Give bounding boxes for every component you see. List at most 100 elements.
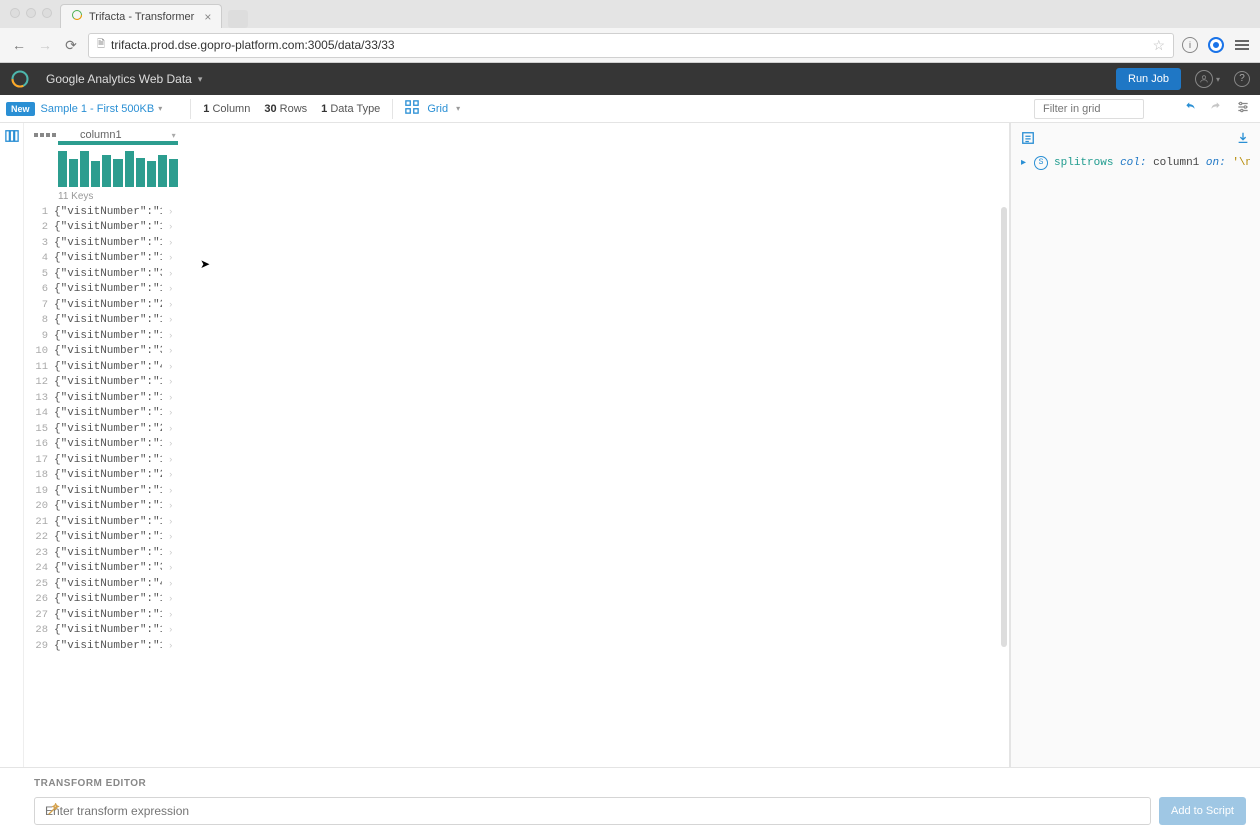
expand-icon[interactable]: › xyxy=(168,222,173,232)
expand-icon[interactable]: › xyxy=(168,300,173,310)
column-name-dropdown[interactable]: column1 ▾ xyxy=(80,129,176,141)
expand-icon[interactable]: › xyxy=(168,610,173,620)
expand-icon[interactable]: › xyxy=(168,563,173,573)
bookmark-star-icon[interactable]: ☆ xyxy=(1152,37,1165,54)
transform-input[interactable] xyxy=(34,797,1151,825)
expand-icon[interactable]: › xyxy=(168,331,173,341)
expand-icon[interactable]: › xyxy=(168,579,173,589)
address-bar[interactable]: 🗎 trifacta.prod.dse.gopro-platform.com:3… xyxy=(88,33,1174,58)
expand-icon[interactable]: › xyxy=(168,408,173,418)
table-row[interactable]: 7{"visitNumber":"2"› xyxy=(24,297,1009,313)
extension-icon[interactable] xyxy=(1208,37,1224,53)
expand-icon[interactable]: › xyxy=(168,269,173,279)
table-row[interactable]: 15{"visitNumber":"2"› xyxy=(24,421,1009,437)
table-row[interactable]: 26{"visitNumber":"1"› xyxy=(24,592,1009,608)
table-row[interactable]: 28{"visitNumber":"1"› xyxy=(24,623,1009,639)
close-window-icon[interactable] xyxy=(10,8,20,18)
table-row[interactable]: 27{"visitNumber":"1"› xyxy=(24,607,1009,623)
add-to-script-button[interactable]: Add to Script xyxy=(1159,797,1246,825)
expand-icon[interactable]: › xyxy=(168,470,173,480)
info-icon[interactable]: i xyxy=(1182,37,1198,53)
expand-icon[interactable]: › xyxy=(168,377,173,387)
undo-button[interactable] xyxy=(1184,100,1198,117)
expand-icon[interactable]: › xyxy=(168,501,173,511)
expand-icon[interactable]: › xyxy=(168,532,173,542)
table-row[interactable]: 11{"visitNumber":"4"› xyxy=(24,359,1009,375)
trifacta-logo-icon[interactable] xyxy=(10,69,30,89)
histogram[interactable] xyxy=(58,151,178,187)
expand-icon[interactable]: › xyxy=(168,486,173,496)
cell-value: {"visitNumber":"1" xyxy=(54,314,162,326)
reload-button[interactable]: ⟳ xyxy=(62,37,80,54)
vertical-scrollbar[interactable] xyxy=(1001,207,1007,647)
dataset-dropdown[interactable]: Google Analytics Web Data ▾ xyxy=(46,72,202,86)
column-type-icon[interactable] xyxy=(34,133,56,137)
expand-icon[interactable]: › xyxy=(168,238,173,248)
table-row[interactable]: 2{"visitNumber":"11› xyxy=(24,220,1009,236)
expand-icon[interactable]: › xyxy=(168,594,173,604)
browser-tab[interactable]: Trifacta - Transformer × xyxy=(60,4,222,28)
download-icon[interactable] xyxy=(1236,131,1250,148)
table-row[interactable]: 19{"visitNumber":"1"› xyxy=(24,483,1009,499)
table-row[interactable]: 25{"visitNumber":"4"› xyxy=(24,576,1009,592)
table-row[interactable]: 8{"visitNumber":"1"› xyxy=(24,313,1009,329)
maximize-window-icon[interactable] xyxy=(42,8,52,18)
table-row[interactable]: 9{"visitNumber":"1"› xyxy=(24,328,1009,344)
table-row[interactable]: 29{"visitNumber":"1"› xyxy=(24,638,1009,654)
filter-input[interactable] xyxy=(1034,99,1144,119)
expand-icon[interactable]: › xyxy=(168,253,173,263)
user-menu[interactable]: ▾ xyxy=(1195,70,1220,88)
table-row[interactable]: 3{"visitNumber":"11› xyxy=(24,235,1009,251)
wand-icon[interactable] xyxy=(46,803,60,820)
expand-icon[interactable]: › xyxy=(168,424,173,434)
menu-icon[interactable] xyxy=(1234,37,1250,53)
quality-bar[interactable] xyxy=(58,141,178,145)
table-row[interactable]: 5{"visitNumber":"3"› xyxy=(24,266,1009,282)
window-controls[interactable] xyxy=(10,8,52,18)
script-step[interactable]: ▸ S splitrows col: column1 on: '\n' quot… xyxy=(1021,156,1250,170)
minimize-window-icon[interactable] xyxy=(26,8,36,18)
expand-icon[interactable]: › xyxy=(168,517,173,527)
expand-icon[interactable]: › xyxy=(168,625,173,635)
expand-icon[interactable]: › xyxy=(168,439,173,449)
table-row[interactable]: 18{"visitNumber":"2"› xyxy=(24,468,1009,484)
settings-icon[interactable] xyxy=(1236,100,1250,117)
expand-icon[interactable]: › xyxy=(168,346,173,356)
table-row[interactable]: 17{"visitNumber":"1"› xyxy=(24,452,1009,468)
expand-icon[interactable]: › xyxy=(168,641,173,651)
view-mode-selector[interactable]: Grid ▾ xyxy=(405,100,460,117)
column-header[interactable]: column1 ▾ xyxy=(24,123,1009,141)
close-tab-icon[interactable]: × xyxy=(204,10,211,24)
table-row[interactable]: 6{"visitNumber":"1"› xyxy=(24,282,1009,298)
expand-icon[interactable]: › xyxy=(168,548,173,558)
expand-icon[interactable]: › xyxy=(168,362,173,372)
table-row[interactable]: 21{"visitNumber":"1"› xyxy=(24,514,1009,530)
redo-button[interactable] xyxy=(1208,100,1222,117)
expand-icon[interactable]: › xyxy=(168,207,173,217)
sample-selector[interactable]: Sample 1 - First 500KB ▾ xyxy=(41,103,163,115)
run-job-button[interactable]: Run Job xyxy=(1116,68,1181,90)
expand-icon[interactable]: › xyxy=(168,455,173,465)
help-icon[interactable]: ? xyxy=(1234,71,1250,87)
table-row[interactable]: 12{"visitNumber":"1"› xyxy=(24,375,1009,391)
table-row[interactable]: 23{"visitNumber":"1"› xyxy=(24,545,1009,561)
table-row[interactable]: 22{"visitNumber":"1"› xyxy=(24,530,1009,546)
forward-button[interactable]: → xyxy=(36,37,54,53)
cell-value: {"visitNumber":"1" xyxy=(54,438,162,450)
table-row[interactable]: 16{"visitNumber":"1"› xyxy=(24,437,1009,453)
table-row[interactable]: 20{"visitNumber":"1"› xyxy=(24,499,1009,515)
expand-icon[interactable]: › xyxy=(168,393,173,403)
columns-panel-icon[interactable] xyxy=(5,129,19,146)
header-icons: ▾ ? xyxy=(1195,70,1250,88)
expand-icon[interactable]: › xyxy=(168,315,173,325)
table-row[interactable]: 1{"visitNumber":"11› xyxy=(24,204,1009,220)
script-view-icon[interactable] xyxy=(1021,131,1035,148)
table-row[interactable]: 14{"visitNumber":"1"› xyxy=(24,406,1009,422)
table-row[interactable]: 13{"visitNumber":"1"› xyxy=(24,390,1009,406)
back-button[interactable]: ← xyxy=(10,37,28,53)
table-row[interactable]: 24{"visitNumber":"3"› xyxy=(24,561,1009,577)
table-row[interactable]: 4{"visitNumber":"1"› xyxy=(24,251,1009,267)
table-row[interactable]: 10{"visitNumber":"3"› xyxy=(24,344,1009,360)
expand-icon[interactable]: › xyxy=(168,284,173,294)
new-tab-button[interactable] xyxy=(228,10,248,28)
